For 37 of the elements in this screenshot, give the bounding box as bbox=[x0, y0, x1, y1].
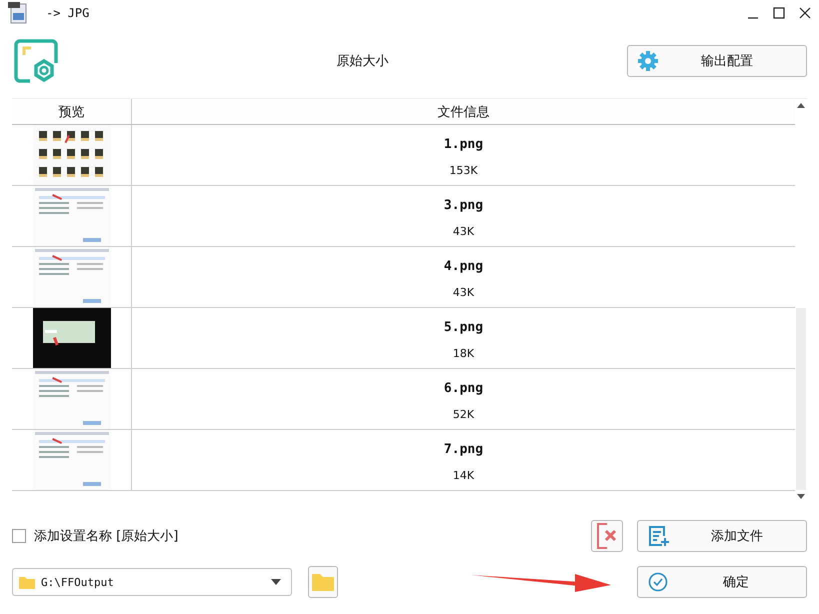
scroll-up-icon[interactable] bbox=[797, 103, 805, 108]
logo-icon bbox=[14, 39, 58, 83]
gear-icon bbox=[638, 51, 658, 71]
close-icon[interactable] bbox=[799, 7, 811, 19]
checkbox-label: 添加设置名称 [原始大小] bbox=[34, 528, 178, 545]
checkbox[interactable] bbox=[12, 529, 26, 543]
clear-list-icon bbox=[595, 522, 619, 550]
file-name: 4.png bbox=[444, 259, 484, 274]
folder-icon bbox=[19, 576, 35, 588]
output-config-button[interactable]: 输出配置 bbox=[627, 45, 807, 77]
add-document-icon bbox=[648, 525, 670, 547]
output-folder-dropdown[interactable]: G:\FFOutput bbox=[12, 568, 292, 596]
scroll-down-icon[interactable] bbox=[797, 494, 805, 499]
add-file-button[interactable]: 添加文件 bbox=[637, 520, 807, 552]
file-size: 14K bbox=[452, 469, 474, 482]
file-size: 153K bbox=[449, 164, 478, 177]
file-icon bbox=[8, 2, 28, 24]
clear-button[interactable] bbox=[591, 520, 623, 552]
file-name: 6.png bbox=[444, 381, 484, 396]
file-name: 3.png bbox=[444, 198, 484, 213]
column-header: 文件信息 bbox=[436, 104, 490, 122]
preset-name: 原始大小 bbox=[336, 53, 390, 70]
confirm-button[interactable]: 确定 bbox=[637, 566, 807, 598]
maximize-icon[interactable] bbox=[773, 7, 785, 19]
file-name: 7.png bbox=[444, 442, 484, 457]
caret-icon bbox=[271, 579, 281, 585]
file-name: 1.png bbox=[444, 137, 484, 152]
file-size: 43K bbox=[452, 286, 474, 299]
file-size: 18K bbox=[452, 347, 474, 360]
folder-icon bbox=[312, 573, 334, 591]
scrollbar-thumb[interactable] bbox=[796, 308, 806, 490]
column-header: 预览 bbox=[12, 99, 132, 124]
check-circle-icon bbox=[648, 572, 668, 592]
file-size: 52K bbox=[452, 408, 474, 421]
window-title: -> JPG bbox=[46, 6, 90, 20]
file-name: 5.png bbox=[444, 320, 484, 335]
file-size: 43K bbox=[452, 225, 474, 238]
